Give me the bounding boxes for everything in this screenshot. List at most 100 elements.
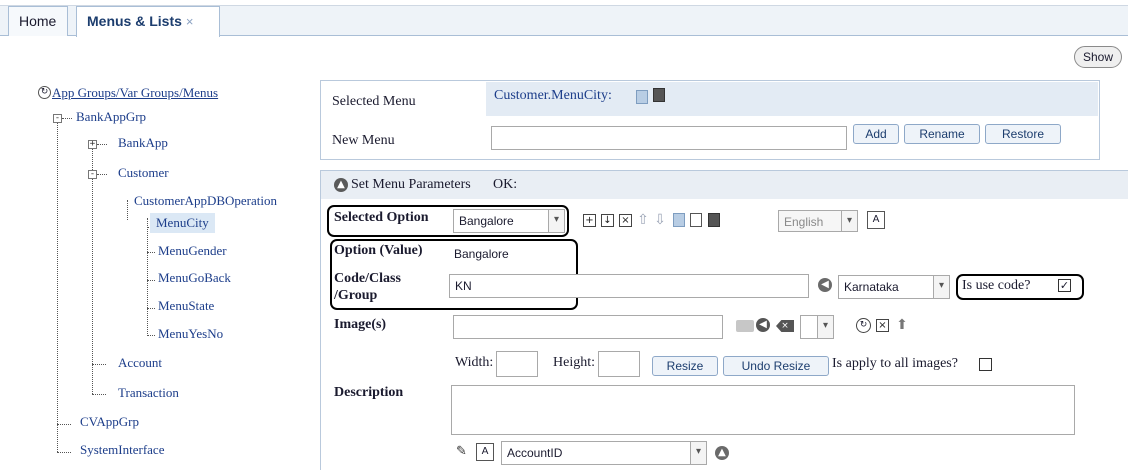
arrow-left-icon[interactable]: ◀ xyxy=(818,278,832,292)
add-button[interactable]: Add xyxy=(853,124,899,144)
pencil-icon[interactable]: ✎ xyxy=(456,444,472,460)
image-icon[interactable] xyxy=(736,320,754,332)
show-button[interactable]: Show xyxy=(1074,46,1122,68)
tree-item-bankappgrp[interactable]: BankAppGrp xyxy=(76,109,146,125)
tree-item-menuyesno[interactable]: MenuYesNo xyxy=(158,326,223,342)
chevron-down-icon: ▾ xyxy=(817,316,833,338)
tree-root[interactable]: App Groups/Var Groups/Menus xyxy=(52,85,218,101)
tab-home[interactable]: Home xyxy=(8,6,68,36)
upload-icon[interactable]: ⬆ xyxy=(895,317,909,333)
expand-icon[interactable]: + xyxy=(88,140,97,149)
code-label: Code/Class xyxy=(334,271,401,286)
selected-option-value: Bangalore xyxy=(459,214,514,228)
refresh-icon[interactable]: ↻ xyxy=(38,86,51,99)
copy-icon[interactable] xyxy=(690,213,702,227)
apply-all-label: Is apply to all images? xyxy=(832,356,958,371)
close-icon[interactable]: × xyxy=(186,14,194,29)
tab-menus-lists-label: Menus & Lists xyxy=(87,13,182,29)
document-icon[interactable] xyxy=(673,213,685,227)
tree-connector xyxy=(62,118,72,119)
translate-icon[interactable]: A xyxy=(867,211,885,229)
images-select[interactable]: ▾ xyxy=(800,315,834,339)
group-select[interactable]: Karnataka ▾ xyxy=(838,275,950,299)
tree-item-customerappdboperation[interactable]: CustomerAppDBOperation xyxy=(134,193,277,209)
width-input[interactable] xyxy=(496,351,538,377)
arrow-up-icon[interactable]: ⇧ xyxy=(636,212,650,228)
field-select[interactable]: AccountID ▾ xyxy=(501,441,707,465)
arrow-left-icon[interactable]: ◀ xyxy=(756,318,770,332)
collapse-up-icon[interactable]: ▲ xyxy=(715,446,729,460)
tree-item-menugender[interactable]: MenuGender xyxy=(158,243,227,259)
insert-icon[interactable]: ↓ xyxy=(601,214,614,227)
tree-connector xyxy=(92,394,106,395)
selected-menu-label: Selected Menu xyxy=(332,94,416,109)
arrow-down-icon[interactable]: ⇩ xyxy=(653,212,667,228)
use-code-checkbox[interactable]: ✓ xyxy=(1058,279,1071,292)
paste-icon[interactable] xyxy=(708,213,720,227)
chevron-down-icon: ▾ xyxy=(841,211,857,231)
tree-item-bankapp[interactable]: BankApp xyxy=(118,135,168,151)
tree-connector xyxy=(147,280,155,281)
tree-item-systeminterface[interactable]: SystemInterface xyxy=(80,442,164,458)
tree-item-menustate[interactable]: MenuState xyxy=(158,298,214,314)
tree-item-menucity[interactable]: MenuCity xyxy=(150,213,215,233)
use-code-label: Is use code? xyxy=(962,278,1031,293)
parameters-title: Set Menu Parameters xyxy=(351,177,471,192)
tree-connector xyxy=(97,144,107,145)
rename-button[interactable]: Rename xyxy=(904,124,980,144)
apply-all-checkbox[interactable] xyxy=(979,358,992,371)
delete-icon[interactable]: × xyxy=(619,214,632,227)
resize-button[interactable]: Resize xyxy=(652,356,718,376)
translate-icon[interactable]: A xyxy=(476,443,494,461)
group-label: /Group xyxy=(334,288,378,303)
close-icon[interactable]: × xyxy=(876,319,889,332)
tree-connector xyxy=(57,424,71,425)
tree-item-cvappgrp[interactable]: CVAppGrp xyxy=(80,414,139,430)
tab-menus-lists[interactable]: Menus & Lists × xyxy=(76,6,220,37)
height-label: Height: xyxy=(553,355,595,370)
new-menu-label: New Menu xyxy=(332,133,395,148)
tree-connector xyxy=(57,452,71,453)
tree-item-transaction[interactable]: Transaction xyxy=(118,385,179,401)
tab-home-label: Home xyxy=(19,13,57,29)
selected-menu-value: Customer.MenuCity: xyxy=(494,88,612,103)
option-value-label: Option (Value) xyxy=(334,243,423,258)
tree-connector xyxy=(147,252,155,253)
chevron-down-icon: ▾ xyxy=(548,210,564,232)
chevron-down-icon: ▾ xyxy=(690,442,706,464)
plus-icon[interactable]: + xyxy=(583,214,596,227)
chevron-down-icon: ▾ xyxy=(933,276,949,298)
parameters-status: OK: xyxy=(493,177,518,192)
tree-item-customer[interactable]: Customer xyxy=(118,165,169,181)
field-value: AccountID xyxy=(507,446,563,460)
tree-connector xyxy=(97,174,107,175)
tree-guide xyxy=(127,200,128,220)
copy-icon[interactable] xyxy=(653,88,665,102)
tree-item-account[interactable]: Account xyxy=(118,355,162,371)
tree-guide xyxy=(57,122,58,452)
option-value-text[interactable]: Bangalore xyxy=(454,247,509,261)
code-input[interactable]: KN xyxy=(449,274,809,298)
selected-option-select[interactable]: Bangalore ▾ xyxy=(453,209,565,233)
document-icon[interactable] xyxy=(636,90,648,104)
height-input[interactable] xyxy=(598,351,640,377)
selected-option-label: Selected Option xyxy=(334,210,429,225)
tree-connector xyxy=(147,335,155,336)
collapse-up-icon[interactable]: ▲ xyxy=(334,178,348,192)
collapse-icon[interactable]: - xyxy=(88,170,97,179)
tree-guide xyxy=(147,218,148,336)
description-textarea[interactable] xyxy=(451,385,1075,435)
description-label: Description xyxy=(334,385,404,400)
tree-connector xyxy=(147,308,155,309)
images-label: Image(s) xyxy=(334,317,387,332)
language-select[interactable]: English ▾ xyxy=(778,210,858,232)
group-value: Karnataka xyxy=(844,280,899,294)
images-input[interactable] xyxy=(453,315,723,339)
new-menu-input[interactable] xyxy=(491,126,847,150)
undo-resize-button[interactable]: Undo Resize xyxy=(723,356,829,376)
collapse-icon[interactable]: - xyxy=(53,114,62,123)
restore-button[interactable]: Restore xyxy=(985,124,1061,144)
refresh-icon[interactable]: ↻ xyxy=(856,318,871,333)
language-value: English xyxy=(784,215,824,229)
tree-item-menugoback[interactable]: MenuGoBack xyxy=(158,270,231,286)
